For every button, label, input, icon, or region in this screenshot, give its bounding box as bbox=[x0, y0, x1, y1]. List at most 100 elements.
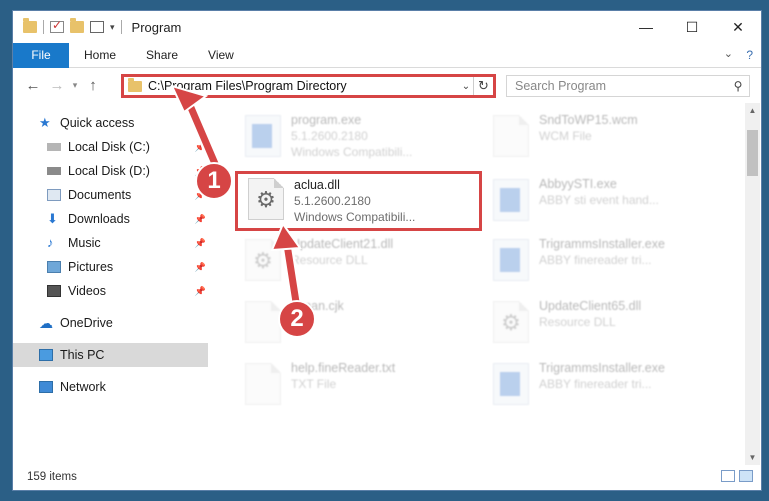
documents-icon bbox=[47, 189, 61, 201]
file-type: Resource DLL bbox=[539, 315, 616, 329]
file-tile[interactable]: ⚙ UpdateClient21.dll Resource DLL bbox=[235, 233, 475, 289]
item-count: 159 items bbox=[27, 471, 77, 483]
sidebar-item-documents[interactable]: Documents 📌 bbox=[47, 183, 208, 207]
star-icon: ★ bbox=[39, 115, 51, 130]
tiles-view-icon[interactable] bbox=[739, 470, 753, 482]
toolbar-divider bbox=[120, 20, 122, 34]
sidebar-item-label: Videos bbox=[68, 284, 106, 298]
step-badge-2: 2 bbox=[278, 300, 316, 338]
pin-icon[interactable]: 📌 bbox=[195, 262, 206, 273]
pin-icon[interactable]: 📌 bbox=[195, 214, 206, 225]
application-icon bbox=[493, 239, 529, 281]
scrollbar-thumb[interactable] bbox=[747, 130, 758, 176]
file-description: ABBY sti event hand... bbox=[539, 193, 659, 207]
sidebar-item-label: Local Disk (D:) bbox=[68, 164, 150, 178]
file-tile[interactable]: TrigrammsInstaller.exe ABBY finereader t… bbox=[483, 357, 723, 413]
new-folder-icon[interactable] bbox=[70, 18, 84, 33]
file-name: TrigrammsInstaller.exe bbox=[539, 237, 665, 251]
refresh-icon[interactable]: ↻ bbox=[473, 77, 493, 95]
computer-icon bbox=[39, 349, 53, 361]
sidebar-item-pictures[interactable]: Pictures 📌 bbox=[47, 255, 208, 279]
file-type: WCM File bbox=[539, 129, 592, 143]
vertical-scrollbar[interactable]: ▲ ▼ bbox=[745, 103, 760, 465]
file-tile[interactable]: help.fineReader.txt TXT File bbox=[235, 357, 475, 413]
file-name: TrigrammsInstaller.exe bbox=[539, 361, 665, 375]
file-name: help.fineReader.txt bbox=[291, 361, 396, 375]
folder-icon bbox=[23, 18, 37, 33]
pin-icon[interactable]: 📌 bbox=[195, 142, 206, 153]
chevron-down-icon[interactable]: ⌄ bbox=[459, 81, 473, 92]
file-description: ABBY finereader tri... bbox=[539, 377, 652, 391]
view-switcher bbox=[721, 470, 753, 482]
file-name: AbbyySTI.exe bbox=[539, 177, 617, 191]
drive-icon bbox=[47, 143, 61, 151]
up-arrow-icon[interactable]: ↑ bbox=[81, 77, 105, 94]
search-box[interactable]: Search Program ⚲ bbox=[506, 75, 750, 97]
sidebar-item-music[interactable]: ♪ Music 📌 bbox=[47, 231, 208, 255]
file-description: ABBY finereader tri... bbox=[539, 253, 652, 267]
document-icon bbox=[493, 115, 529, 157]
sidebar-item-local-disk-c[interactable]: Local Disk (C:) 📌 bbox=[47, 135, 208, 159]
scroll-down-icon[interactable]: ▼ bbox=[745, 450, 760, 465]
address-path[interactable]: C:\Program Files\Program Directory bbox=[148, 79, 459, 93]
network-icon bbox=[39, 381, 53, 393]
file-description: Windows Compatibili... bbox=[294, 210, 416, 224]
file-name: UpdateClient65.dll bbox=[539, 299, 642, 313]
sidebar-item-this-pc[interactable]: This PC bbox=[13, 343, 208, 367]
cloud-icon: ☁ bbox=[39, 315, 53, 331]
search-icon[interactable]: ⚲ bbox=[727, 79, 749, 93]
properties-check-icon[interactable] bbox=[50, 18, 64, 33]
pin-icon[interactable]: 📌 bbox=[195, 286, 206, 297]
tab-file[interactable]: File bbox=[13, 42, 69, 68]
window-controls: — ☐ ✕ bbox=[623, 11, 761, 43]
application-icon bbox=[493, 179, 529, 221]
pin-icon[interactable]: 📌 bbox=[195, 238, 206, 249]
expand-ribbon-icon[interactable]: ⌄ bbox=[724, 47, 733, 60]
file-list: program.exe 5.1.2600.2180 Windows Compat… bbox=[225, 103, 745, 463]
help-icon[interactable]: ? bbox=[746, 48, 753, 62]
details-view-icon[interactable] bbox=[721, 470, 735, 482]
status-bar: 159 items bbox=[13, 464, 761, 490]
file-version: 5.1.2600.2180 bbox=[294, 194, 371, 208]
maximize-button[interactable]: ☐ bbox=[669, 11, 715, 43]
file-tile[interactable]: ⚙ UpdateClient65.dll Resource DLL bbox=[483, 295, 723, 351]
application-icon bbox=[245, 115, 281, 157]
sidebar-item-label: Documents bbox=[68, 188, 132, 202]
file-type: Resource DLL bbox=[291, 253, 368, 267]
quick-access-toolbar: ▾ bbox=[23, 18, 122, 34]
tab-view[interactable]: View bbox=[193, 43, 249, 68]
sidebar-item-label: Network bbox=[60, 380, 106, 394]
file-tile-aclua-dll[interactable]: ⚙ aclua.dll 5.1.2600.2180 Windows Compat… bbox=[235, 171, 482, 231]
file-tile[interactable]: TrigrammsInstaller.exe ABBY finereader t… bbox=[483, 233, 723, 289]
properties-icon[interactable] bbox=[90, 21, 104, 33]
sidebar-item-videos[interactable]: Videos 📌 bbox=[47, 279, 208, 303]
address-bar[interactable]: C:\Program Files\Program Directory ⌄ ↻ bbox=[121, 74, 496, 98]
file-description: Windows Compatibili... bbox=[291, 145, 413, 159]
scroll-up-icon[interactable]: ▲ bbox=[745, 103, 760, 118]
chevron-down-icon[interactable]: ▾ bbox=[110, 22, 115, 33]
file-tile[interactable]: AbbyySTI.exe ABBY sti event hand... bbox=[483, 173, 723, 229]
back-arrow-icon[interactable]: ← bbox=[21, 77, 45, 94]
file-tile[interactable]: program.exe 5.1.2600.2180 Windows Compat… bbox=[235, 109, 475, 165]
file-tile[interactable]: SndToWP15.wcm WCM File bbox=[483, 109, 723, 165]
application-icon bbox=[493, 363, 529, 405]
videos-icon bbox=[47, 285, 61, 297]
sidebar-item-network[interactable]: Network bbox=[39, 375, 234, 399]
navigation-bar: ← → ▾ ↑ C:\Program Files\Program Directo… bbox=[13, 69, 761, 101]
minimize-button[interactable]: — bbox=[623, 11, 669, 43]
sidebar-item-label: Local Disk (C:) bbox=[68, 140, 150, 154]
sidebar-item-onedrive[interactable]: ☁ OneDrive bbox=[39, 311, 234, 335]
sidebar-item-downloads[interactable]: ⬇ Downloads 📌 bbox=[47, 207, 208, 231]
drive-icon bbox=[47, 167, 61, 175]
sidebar-item-quick-access[interactable]: ★ Quick access bbox=[39, 111, 234, 135]
forward-arrow-icon[interactable]: → bbox=[45, 77, 69, 94]
sidebar-item-local-disk-d[interactable]: Local Disk (D:) 📌 bbox=[47, 159, 208, 183]
document-icon bbox=[245, 301, 281, 343]
toolbar-divider bbox=[43, 20, 44, 34]
search-input[interactable]: Search Program bbox=[515, 79, 727, 93]
close-button[interactable]: ✕ bbox=[715, 11, 761, 43]
tab-share[interactable]: Share bbox=[131, 43, 193, 68]
tab-home[interactable]: Home bbox=[69, 43, 131, 68]
file-tile[interactable]: finnan.cjk File bbox=[235, 295, 475, 351]
recent-locations-chevron-icon[interactable]: ▾ bbox=[69, 80, 81, 91]
